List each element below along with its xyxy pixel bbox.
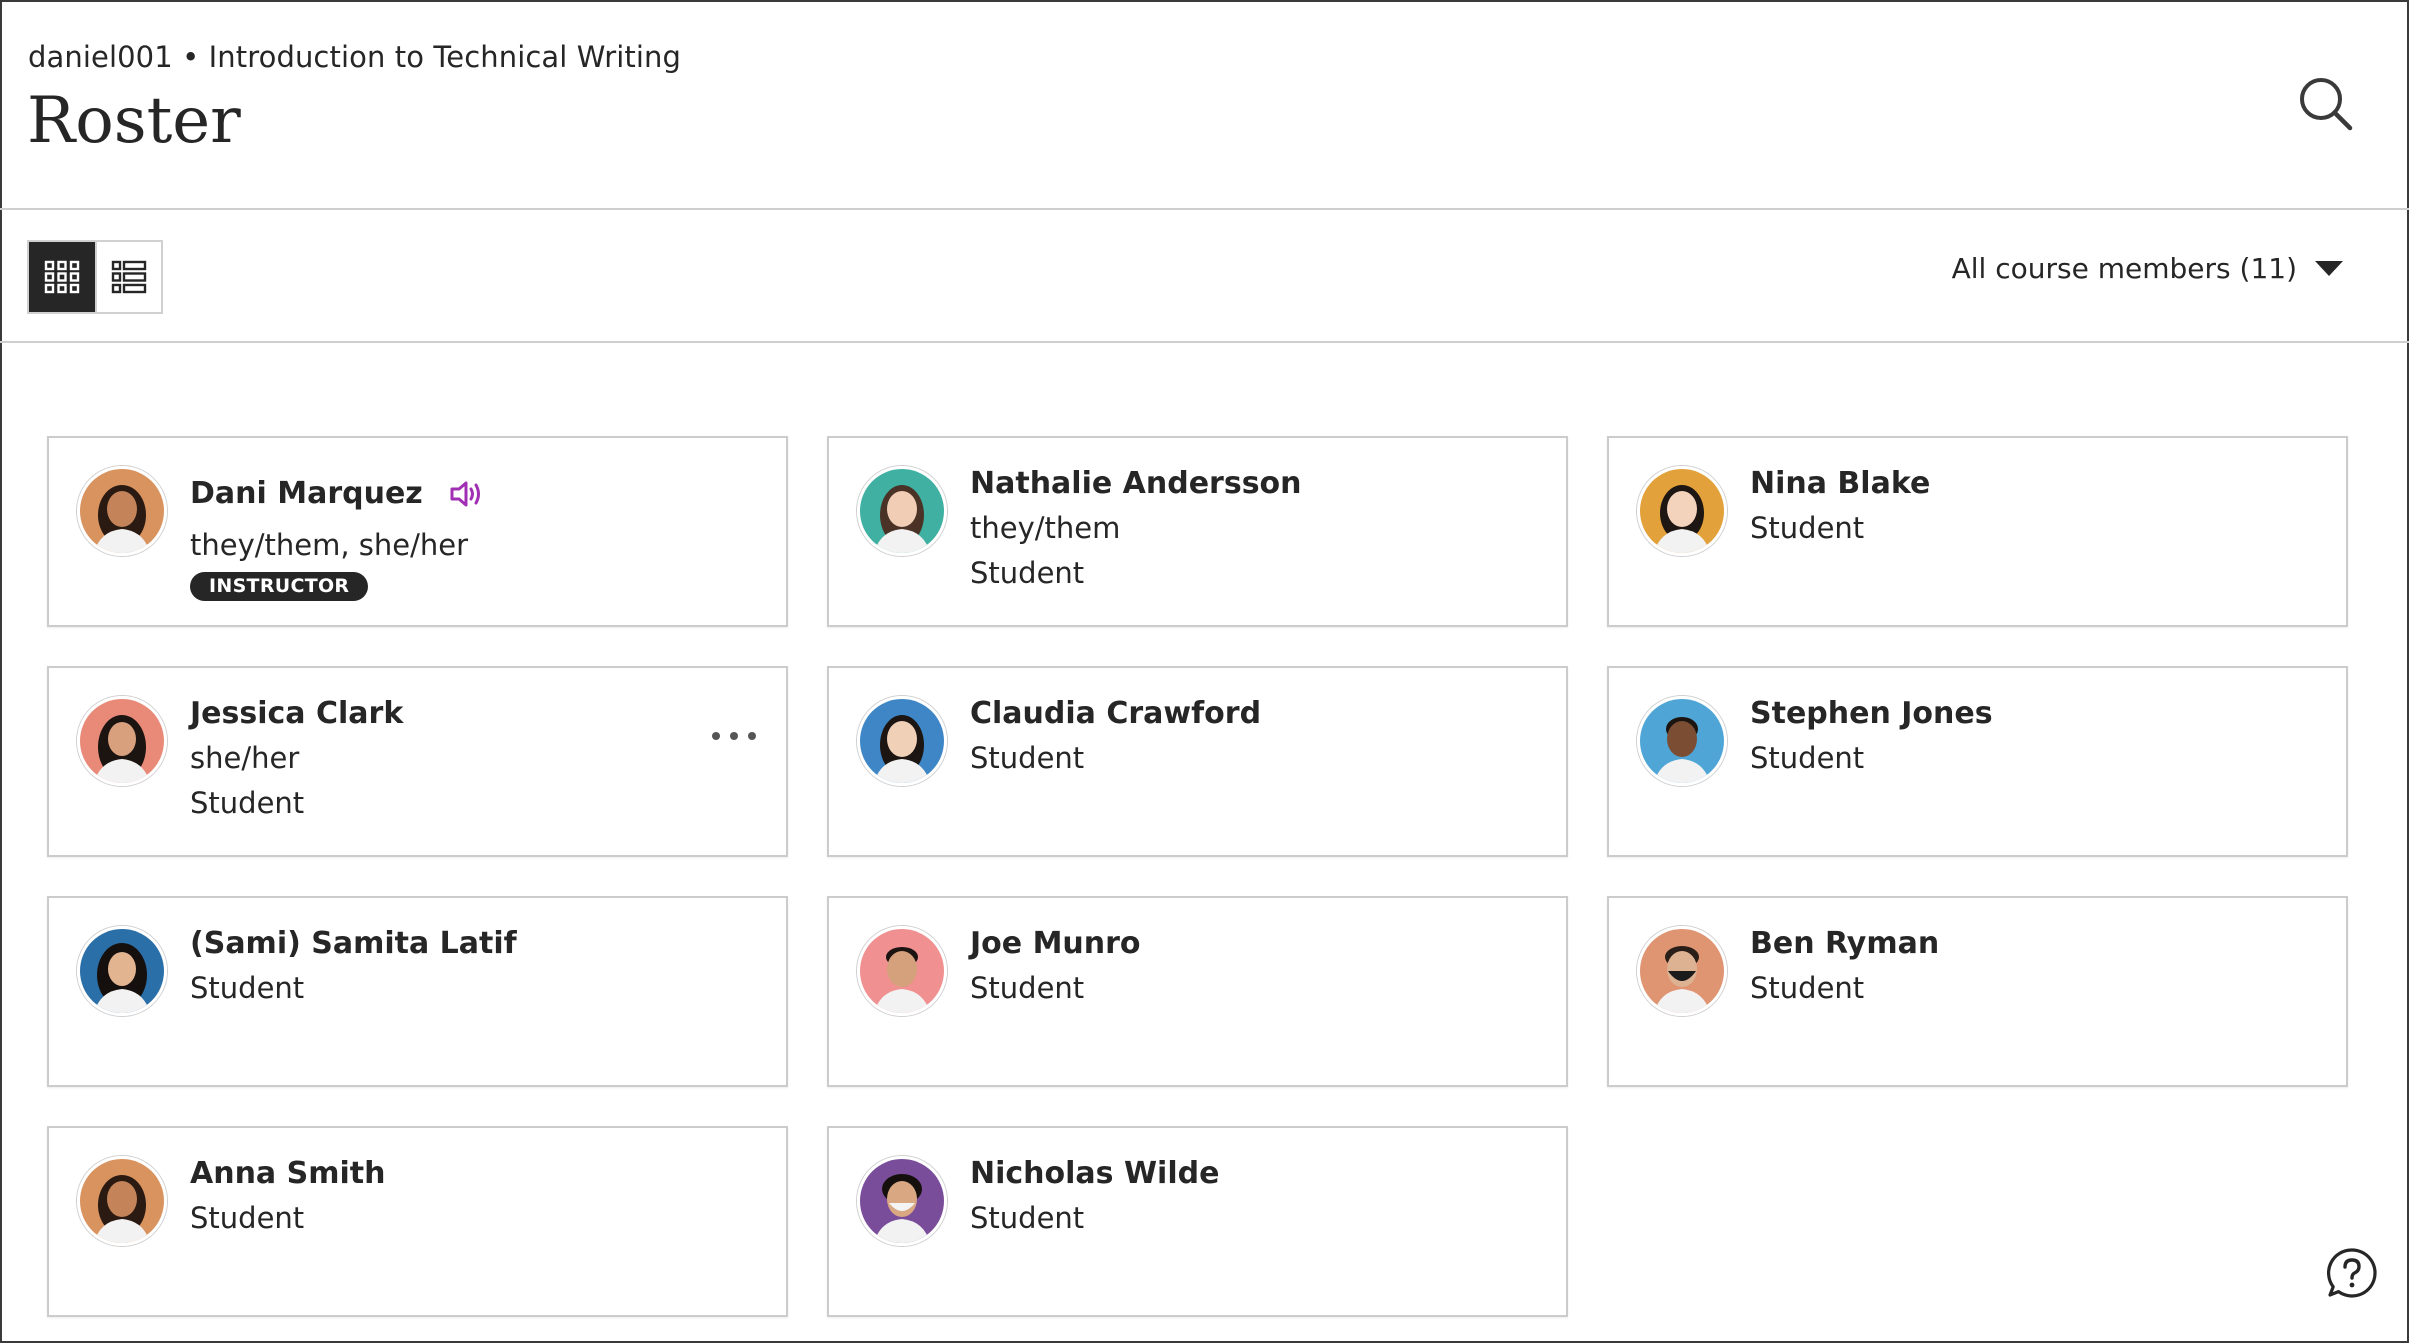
member-info: Claudia Crawford Student [970,692,1546,781]
member-role: Student [190,1201,305,1235]
caret-down-icon [2315,261,2343,276]
member-name-text: Dani Marquez [190,476,423,511]
avatar [77,466,167,556]
avatar [77,926,167,1016]
member-card-jessica-clark[interactable]: Jessica Clark she/her Student [47,666,788,857]
member-name: (Sami) Samita Latif [190,926,517,961]
avatar [857,1156,947,1246]
more-dot-icon [748,732,756,740]
filter-label: All course members (11) [1951,252,2297,285]
member-card-joe-munro[interactable]: Joe Munro Student [827,896,1568,1087]
member-pronouns: they/them [970,511,1121,545]
member-info: Nathalie Andersson they/them Student [970,462,1546,596]
member-info: Stephen Jones Student [1750,692,2326,781]
member-role: Student [970,971,1085,1005]
member-pronouns: they/them, she/her [190,528,469,562]
more-options-button[interactable] [712,724,756,748]
member-role: Student [970,1201,1085,1235]
member-role: Student [1750,511,1865,545]
member-card-samita-latif[interactable]: (Sami) Samita Latif Student [47,896,788,1087]
name-pronunciation-audio-button[interactable] [449,478,485,510]
member-name: Claudia Crawford [970,696,1262,731]
more-dot-icon [712,732,720,740]
member-card-claudia-crawford[interactable]: Claudia Crawford Student [827,666,1568,857]
member-name: Jessica Clark [190,696,404,731]
avatar [77,696,167,786]
member-role: Student [970,556,1085,590]
member-info: Dani Marquez they/them, she/her INSTRUCT… [190,472,766,601]
member-card-nicholas-wilde[interactable]: Nicholas Wilde Student [827,1126,1568,1317]
member-name: Joe Munro [970,926,1141,961]
member-role: Student [1750,971,1865,1005]
member-role: Student [1750,741,1865,775]
member-pronouns: she/her [190,741,300,775]
member-card-anna-smith[interactable]: Anna Smith Student [47,1126,788,1317]
member-info: Joe Munro Student [970,922,1546,1011]
avatar [857,926,947,1016]
toolbar: All course members (11) [0,210,2409,343]
member-filter-dropdown[interactable]: All course members (11) [1952,252,2343,285]
search-button[interactable] [2296,74,2356,134]
member-info: Nicholas Wilde Student [970,1152,1546,1241]
avatar [857,466,947,556]
speaker-icon [450,481,480,507]
roster-grid: Dani Marquez they/them, she/her INSTRUCT… [47,436,2351,1317]
avatar [1637,466,1727,556]
page-title: Roster [27,84,241,158]
member-card-nathalie-andersson[interactable]: Nathalie Andersson they/them Student [827,436,1568,627]
breadcrumb[interactable]: daniel001 • Introduction to Technical Wr… [28,40,681,74]
member-role: Student [190,786,305,820]
view-toggle [27,240,163,314]
list-view-button[interactable] [95,242,161,312]
member-info: Anna Smith Student [190,1152,766,1241]
help-icon [2327,1248,2377,1298]
member-card-stephen-jones[interactable]: Stephen Jones Student [1607,666,2348,857]
page-header: daniel001 • Introduction to Technical Wr… [0,0,2409,210]
avatar [1637,926,1727,1016]
avatar [1637,696,1727,786]
member-name: Dani Marquez [190,472,766,516]
avatar [857,696,947,786]
member-info: Nina Blake Student [1750,462,2326,551]
member-name: Nicholas Wilde [970,1156,1220,1191]
member-info: (Sami) Samita Latif Student [190,922,766,1011]
member-info: Jessica Clark she/her Student [190,692,766,826]
help-button[interactable] [2326,1247,2378,1299]
member-info: Ben Ryman Student [1750,922,2326,1011]
member-role: Student [190,971,305,1005]
member-name: Nina Blake [1750,466,1931,501]
avatar [77,1156,167,1246]
member-card-dani-marquez[interactable]: Dani Marquez they/them, she/her INSTRUCT… [47,436,788,627]
member-role: Student [970,741,1085,775]
grid-view-button[interactable] [29,242,95,312]
member-card-ben-ryman[interactable]: Ben Ryman Student [1607,896,2348,1087]
role-badge: INSTRUCTOR [190,572,369,601]
member-name: Anna Smith [190,1156,386,1191]
member-name: Ben Ryman [1750,926,1940,961]
more-dot-icon [730,732,738,740]
member-name: Stephen Jones [1750,696,1993,731]
member-card-nina-blake[interactable]: Nina Blake Student [1607,436,2348,627]
member-name: Nathalie Andersson [970,466,1302,501]
list-icon [111,260,147,294]
search-icon [2300,78,2353,131]
grid-icon [44,260,80,294]
